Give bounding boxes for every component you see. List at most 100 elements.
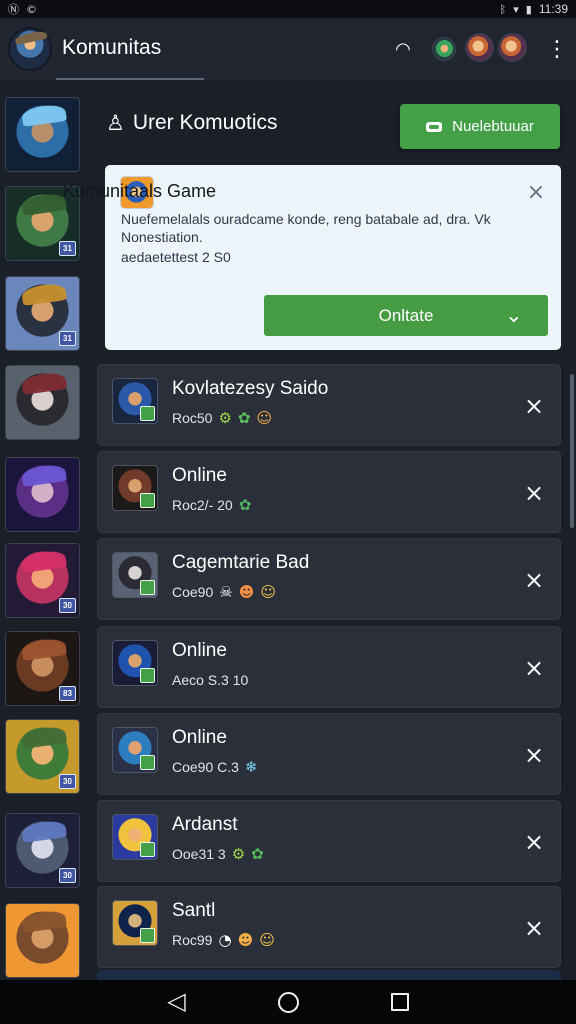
community-row[interactable]: Cagemtarie Bad Coe90 ☠ ☻ ☺ × bbox=[97, 538, 561, 620]
sidebar-badge: 83 bbox=[59, 686, 76, 701]
community-row[interactable]: Ardanst Ooe31 3 ⚙ ✿ × bbox=[97, 800, 561, 882]
sidebar-avatar[interactable]: 30 bbox=[5, 813, 80, 888]
user-avatar-two[interactable] bbox=[465, 33, 494, 62]
featured-community-meta: aedaetettest 2 S0 bbox=[121, 249, 231, 265]
community-meta: Aeco S.3 10 bbox=[172, 672, 248, 688]
close-icon[interactable]: × bbox=[519, 653, 549, 683]
community-meta: Coe90 C.3 ❄ bbox=[172, 759, 258, 775]
community-title: Cagemtarie Bad bbox=[172, 552, 310, 573]
people-icon: ♙ bbox=[106, 111, 125, 135]
sidebar-avatar[interactable]: 30 bbox=[5, 719, 80, 794]
section-header: ♙ Urer Komuotics bbox=[106, 111, 278, 135]
status-left-icons: Ⓝ © bbox=[8, 1, 37, 17]
sidebar-avatar[interactable] bbox=[5, 97, 80, 172]
community-meta: Roc99 ◔ ☻ ☺ bbox=[172, 932, 275, 948]
community-meta-text: Ooe31 3 bbox=[172, 846, 226, 862]
community-title: Online bbox=[172, 640, 227, 661]
skull-icon: ☠ bbox=[219, 582, 233, 601]
leaf-icon: ✿ bbox=[251, 844, 264, 863]
sidebar-avatar[interactable]: 83 bbox=[5, 631, 80, 706]
android-navigation-bar: ◁ bbox=[0, 980, 576, 1024]
active-tab-indicator bbox=[56, 78, 204, 80]
battery-icon: ▮ bbox=[525, 2, 532, 16]
gear-icon: ⚙ bbox=[218, 408, 232, 427]
sidebar-avatar[interactable] bbox=[5, 903, 80, 978]
user-avatar-three[interactable] bbox=[498, 33, 527, 62]
community-row[interactable]: Online Aeco S.3 10 × bbox=[97, 626, 561, 708]
notification-icon: Ⓝ bbox=[8, 3, 19, 16]
recent-apps-icon[interactable] bbox=[390, 993, 409, 1011]
chevron-down-icon: ⌄ bbox=[505, 303, 523, 327]
app-bar: Komunitas ◠ ⋮ bbox=[0, 18, 576, 80]
community-thumbnail bbox=[112, 727, 158, 773]
more-options-icon[interactable]: ⋮ bbox=[545, 37, 569, 62]
section-title: Urer Komuotics bbox=[132, 111, 278, 134]
sidebar-avatar[interactable] bbox=[5, 457, 80, 532]
bluetooth-icon: ᛒ bbox=[499, 2, 507, 16]
community-thumbnail bbox=[112, 640, 158, 686]
user-avatar-one[interactable] bbox=[432, 37, 456, 61]
community-title: Ardanst bbox=[172, 814, 238, 835]
community-row[interactable]: Online Roc2/- 20 ✿ × bbox=[97, 451, 561, 533]
community-thumbnail bbox=[112, 900, 158, 946]
new-community-button[interactable]: Nuelebtuuar bbox=[400, 104, 560, 149]
community-title: Kovlatezesy Saido bbox=[172, 378, 329, 399]
close-icon[interactable]: × bbox=[519, 827, 549, 857]
community-row[interactable]: Online Coe90 C.3 ❄ × bbox=[97, 713, 561, 795]
page-title: Komunitas bbox=[62, 36, 162, 59]
wifi-icon: ▾ bbox=[513, 2, 519, 16]
community-title: Online bbox=[172, 465, 227, 486]
community-meta: Coe90 ☠ ☻ ☺ bbox=[172, 584, 276, 600]
leaf-icon: ✿ bbox=[238, 495, 252, 514]
close-icon[interactable]: × bbox=[519, 740, 549, 770]
community-meta-text: Coe90 bbox=[172, 584, 214, 600]
community-row[interactable]: Santl Roc99 ◔ ☻ ☺ × bbox=[97, 886, 561, 968]
smile-icon: ☺ bbox=[256, 408, 273, 427]
community-meta: Roc50 ⚙ ✿ ☺ bbox=[172, 410, 272, 426]
smile-icon: ☺ bbox=[260, 582, 276, 601]
community-row[interactable]: Kovlatezesy Saido Roc50 ⚙ ✿ ☺ × bbox=[97, 364, 561, 446]
community-meta-text: Roc99 bbox=[172, 932, 213, 948]
sidebar-badge: 30 bbox=[59, 868, 76, 883]
featured-description-line: Nuefemelalals ouradcame konde, reng bata… bbox=[121, 211, 491, 227]
community-title: Online bbox=[172, 727, 227, 748]
community-thumbnail bbox=[112, 552, 158, 598]
sidebar-badge: 30 bbox=[59, 598, 76, 613]
sidebar-badge: 31 bbox=[59, 241, 76, 256]
community-meta-text: Roc2/- 20 bbox=[172, 497, 233, 513]
community-title: Santl bbox=[172, 900, 216, 921]
sidebar-avatar[interactable]: 30 bbox=[5, 543, 80, 618]
status-bar: Ⓝ © ᛒ ▾ ▮ 11:39 bbox=[0, 0, 576, 18]
community-meta: Ooe31 3 ⚙ ✿ bbox=[172, 846, 264, 862]
smile-icon: ☺ bbox=[259, 930, 275, 949]
close-icon[interactable]: × bbox=[519, 565, 549, 595]
status-right-icons: ᛒ ▾ ▮ 11:39 bbox=[500, 2, 568, 16]
leaf-icon: ✿ bbox=[237, 408, 251, 427]
community-meta-text: Roc50 bbox=[172, 410, 213, 426]
back-icon[interactable]: ◁ bbox=[167, 987, 185, 1015]
headset-icon[interactable]: ◠ bbox=[391, 37, 415, 61]
partial-community-row[interactable] bbox=[97, 970, 561, 980]
close-icon[interactable]: × bbox=[519, 913, 549, 943]
close-icon[interactable]: × bbox=[522, 178, 550, 206]
sidebar-avatar[interactable] bbox=[5, 365, 80, 440]
community-meta-text: Coe90 C.3 bbox=[172, 759, 239, 775]
community-thumbnail bbox=[112, 465, 158, 511]
sidebar-avatar[interactable]: 31 bbox=[5, 276, 80, 351]
face-icon: ☻ bbox=[238, 582, 255, 601]
new-community-label: Nuelebtuuar bbox=[452, 118, 534, 135]
community-meta-text: Aeco S.3 10 bbox=[172, 672, 249, 688]
close-icon[interactable]: × bbox=[519, 391, 549, 421]
close-icon[interactable]: × bbox=[519, 478, 549, 508]
chat-icon bbox=[426, 121, 443, 132]
home-icon[interactable] bbox=[277, 991, 299, 1013]
community-sidebar: 31 31 30 83 30 30 bbox=[0, 82, 88, 982]
status-time: 11:39 bbox=[538, 2, 568, 16]
community-thumbnail bbox=[112, 814, 158, 860]
gear-icon: ⚙ bbox=[231, 844, 246, 863]
featured-community-description: Nuefemelalals ouradcame konde, reng bata… bbox=[121, 210, 541, 246]
featured-community-title: Kumunitaals Game bbox=[63, 181, 217, 201]
community-avatar[interactable] bbox=[8, 27, 52, 71]
smile-icon: ☻ bbox=[237, 930, 254, 949]
scrollbar[interactable] bbox=[570, 374, 574, 528]
